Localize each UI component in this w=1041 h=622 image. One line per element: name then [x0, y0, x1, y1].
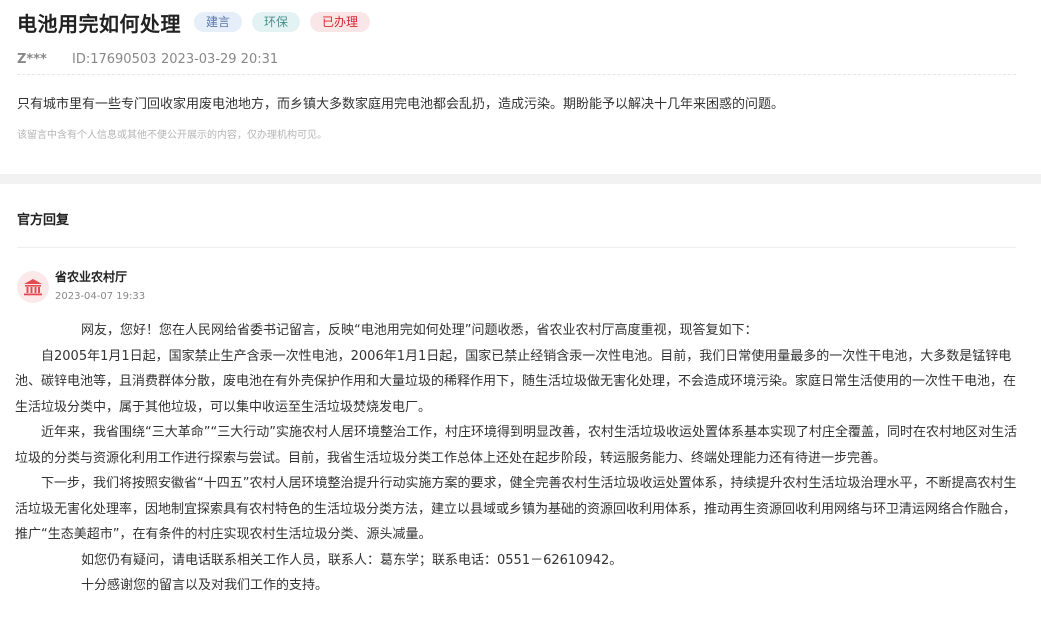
- title-row: 电池用完如何处理 建言 环保 已办理: [17, 8, 1016, 36]
- reply-paragraph: 近年来，我省围绕“三大革命”“三大行动”实施农村人居环境整治工作，村庄环境得到明…: [15, 425, 1017, 466]
- org-info: 省农业农村厅 2023-04-07 19:33: [55, 268, 145, 305]
- reply-paragraph: 网友，您好！您在人民网给省委书记留言，反映“电池用完如何处理”问题收悉，省农业农…: [81, 323, 758, 338]
- page-title: 电池用完如何处理: [17, 11, 181, 36]
- reply-paragraph: 十分感谢您的留言以及对我们工作的支持。: [81, 578, 329, 593]
- post-meta: Z*** ID:17690503 2023-03-29 20:31: [17, 49, 1016, 69]
- reply-divider: [17, 247, 1016, 248]
- post-content: 只有城市里有一些专门回收家用废电池地方，而乡镇大多数家庭用完电池都会乱扔，造成污…: [17, 97, 785, 112]
- official-reply-heading: 官方回复: [17, 213, 70, 228]
- post-datetime: 2023-03-29 20:31: [161, 51, 279, 67]
- reply-org: 省农业农村厅 2023-04-07 19:33: [17, 268, 145, 305]
- post-author: Z***: [17, 51, 47, 67]
- reply-paragraph: 如您仍有疑问，请电话联系相关工作人员，联系人：葛东学；联系电话：0551－626…: [81, 552, 623, 568]
- reply-date: 2023-04-07 19:33: [55, 291, 146, 302]
- privacy-note: 该留言中含有个人信息或其他不便公开展示的内容，仅办理机构可见。: [17, 130, 327, 141]
- tag-list: 建言 环保 已办理: [194, 12, 380, 32]
- post-id: ID:17690503: [72, 51, 157, 67]
- section-separator: [0, 174, 1041, 184]
- tag-environment[interactable]: 环保: [252, 12, 301, 32]
- reply-body: 网友，您好！您在人民网给省委书记留言，反映“电池用完如何处理”问题收悉，省农业农…: [15, 318, 1019, 599]
- tag-suggestion[interactable]: 建言: [194, 12, 243, 32]
- status-badge: 已办理: [310, 12, 371, 32]
- header-divider: [17, 74, 1016, 75]
- reply-paragraph: 下一步，我们将按照安徽省“十四五”农村人居环境整治提升行动实施方案的要求，健全完…: [15, 476, 1017, 542]
- post-header: 电池用完如何处理 建言 环保 已办理 Z*** ID:17690503 2023…: [17, 8, 1016, 69]
- government-building-icon: [17, 271, 49, 303]
- reply-paragraph: 自2005年1月1日起，国家禁止生产含汞一次性电池，2006年1月1日起，国家已…: [15, 348, 1017, 415]
- org-name: 省农业农村厅: [55, 270, 128, 284]
